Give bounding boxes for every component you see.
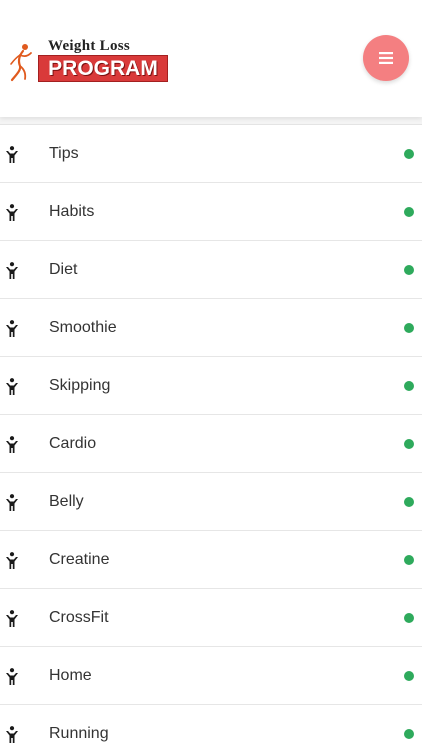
category-list: Tips Habits Diet Smoothie Skipping Cardio Bell… (0, 125, 422, 750)
status-dot (404, 671, 414, 681)
status-dot (404, 265, 414, 275)
runner-logo-icon (10, 44, 32, 82)
status-dot (404, 613, 414, 623)
list-item-label: Tips (49, 145, 79, 162)
person-icon (5, 494, 19, 511)
list-item[interactable]: Home (0, 647, 422, 705)
list-item-label: Skipping (49, 377, 111, 394)
header: Weight Loss PROGRAM (0, 0, 422, 117)
person-icon (5, 146, 19, 163)
list-item-label: Smoothie (49, 319, 117, 336)
list-item-label: Habits (49, 203, 95, 220)
list-item[interactable]: Tips (0, 125, 422, 183)
list-item[interactable]: CrossFit (0, 589, 422, 647)
status-dot (404, 381, 414, 391)
list-item[interactable]: Smoothie (0, 299, 422, 357)
status-dot (404, 555, 414, 565)
person-icon (5, 436, 19, 453)
list-item-label: Cardio (49, 435, 97, 452)
list-item[interactable]: Cardio (0, 415, 422, 473)
list-item[interactable]: Creatine (0, 531, 422, 589)
status-dot (404, 323, 414, 333)
logo[interactable]: Weight Loss PROGRAM (8, 38, 173, 84)
person-icon (5, 262, 19, 279)
list-item-label: Home (49, 667, 92, 684)
list-item-label: Creatine (49, 551, 110, 568)
person-icon (5, 726, 19, 743)
person-icon (5, 204, 19, 221)
person-icon (5, 610, 19, 627)
list-item-label: CrossFit (49, 609, 109, 626)
list-item[interactable]: Belly (0, 473, 422, 531)
logo-text-top: Weight Loss (48, 38, 131, 54)
person-icon (5, 552, 19, 569)
list-item[interactable]: Habits (0, 183, 422, 241)
person-icon (5, 378, 19, 395)
header-divider (0, 117, 422, 125)
list-item[interactable]: Skipping (0, 357, 422, 415)
logo-text-bottom: PROGRAM (38, 55, 168, 82)
status-dot (404, 497, 414, 507)
person-icon (5, 320, 19, 337)
menu-button[interactable] (363, 35, 409, 81)
app-page: Weight Loss PROGRAM Tips Habits Diet Smooth… (0, 0, 422, 750)
person-icon (5, 668, 19, 685)
status-dot (404, 149, 414, 159)
status-dot (404, 729, 414, 739)
status-dot (404, 439, 414, 449)
status-dot (404, 207, 414, 217)
list-item-label: Belly (49, 493, 84, 510)
list-item[interactable]: Diet (0, 241, 422, 299)
hamburger-icon (379, 52, 393, 64)
list-item-label: Running (49, 725, 109, 742)
list-item-label: Diet (49, 261, 78, 278)
list-item[interactable]: Running (0, 705, 422, 750)
